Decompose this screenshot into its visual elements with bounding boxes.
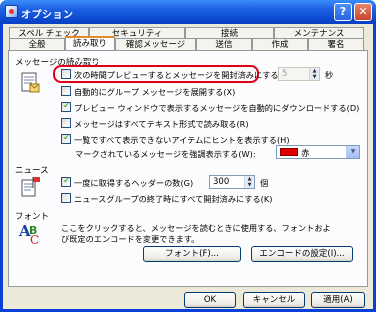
seconds-unit: 秒: [325, 70, 334, 80]
mark-all-label: ニュースグループの終了時にすべて開封済みにする(K): [74, 194, 273, 204]
highlight-color-label: マークされているメッセージを強調表示する(W):: [75, 149, 256, 159]
window-title: オプション: [21, 10, 74, 21]
fonts-button[interactable]: フォント(F)...: [143, 246, 241, 262]
newsgroup-icon: [21, 177, 40, 197]
expand-groups-checkbox[interactable]: [61, 86, 71, 96]
apply-button[interactable]: 適用(A): [311, 292, 365, 308]
ok-button[interactable]: OK: [184, 292, 236, 308]
auto-download-label: プレビュー ウィンドウで表示するメッセージを自動的にダウンロードする(D): [74, 103, 360, 113]
headers-label: 一度に取得するヘッダーの数(G): [74, 178, 194, 188]
separator: [77, 61, 361, 62]
tooltips-label: 一覧ですべて表示できないアイテムにヒントを表示する(H): [74, 135, 290, 145]
spin-arrows-icon[interactable]: ▲ ▼: [244, 176, 254, 188]
highlight-color-select[interactable]: 赤 ▼: [276, 145, 360, 159]
separator: [49, 215, 361, 216]
tab-read[interactable]: 読み取り: [65, 36, 115, 50]
mark-read-checkbox[interactable]: [61, 69, 71, 79]
mark-read-seconds-value: 5: [282, 69, 288, 79]
fonts-description-line2: び既定のエンコードを変更できます。: [61, 234, 200, 244]
headers-unit: 個: [260, 178, 269, 188]
svg-text:C: C: [30, 233, 39, 246]
headers-count-value: 300: [213, 177, 230, 187]
color-swatch: [280, 148, 298, 156]
mark-all-checkbox[interactable]: [61, 193, 71, 203]
cancel-button[interactable]: キャンセル: [243, 292, 305, 308]
plain-text-label: メッセージはすべてテキスト形式で読み取る(R): [74, 119, 249, 129]
chevron-down-icon[interactable]: ▼: [346, 146, 359, 158]
section-label-news: ニュース: [15, 166, 49, 176]
mark-read-seconds-input[interactable]: 5 ▲ ▼: [278, 67, 320, 81]
highlight-color-value: 赤: [301, 149, 310, 159]
help-button[interactable]: ?: [334, 3, 352, 21]
fonts-icon: A B C: [18, 222, 39, 246]
tooltips-checkbox[interactable]: [61, 133, 71, 144]
separator: [49, 169, 361, 170]
plain-text-checkbox[interactable]: [61, 118, 71, 128]
encoding-settings-button[interactable]: エンコードの設定(I)...: [251, 246, 353, 262]
expand-groups-label: 自動的にグループ メッセージを展開する(X): [74, 87, 236, 97]
title-bar[interactable]: オプション ? ✕: [0, 0, 376, 24]
headers-checkbox[interactable]: [61, 176, 71, 187]
auto-download-checkbox[interactable]: [61, 101, 71, 112]
mark-read-label: 次の時間プレビューするとメッセージを開封済みにする(M): [74, 70, 293, 80]
close-button[interactable]: ✕: [354, 3, 372, 21]
spin-arrows-icon[interactable]: ▲ ▼: [309, 68, 319, 80]
app-icon: [5, 5, 18, 18]
options-dialog: オプション ? ✕ スペル チェック セキュリティ 接続 メンテナンス 全般 読…: [0, 0, 376, 312]
read-message-icon: [21, 72, 40, 93]
headers-count-input[interactable]: 300 ▲ ▼: [209, 175, 255, 189]
